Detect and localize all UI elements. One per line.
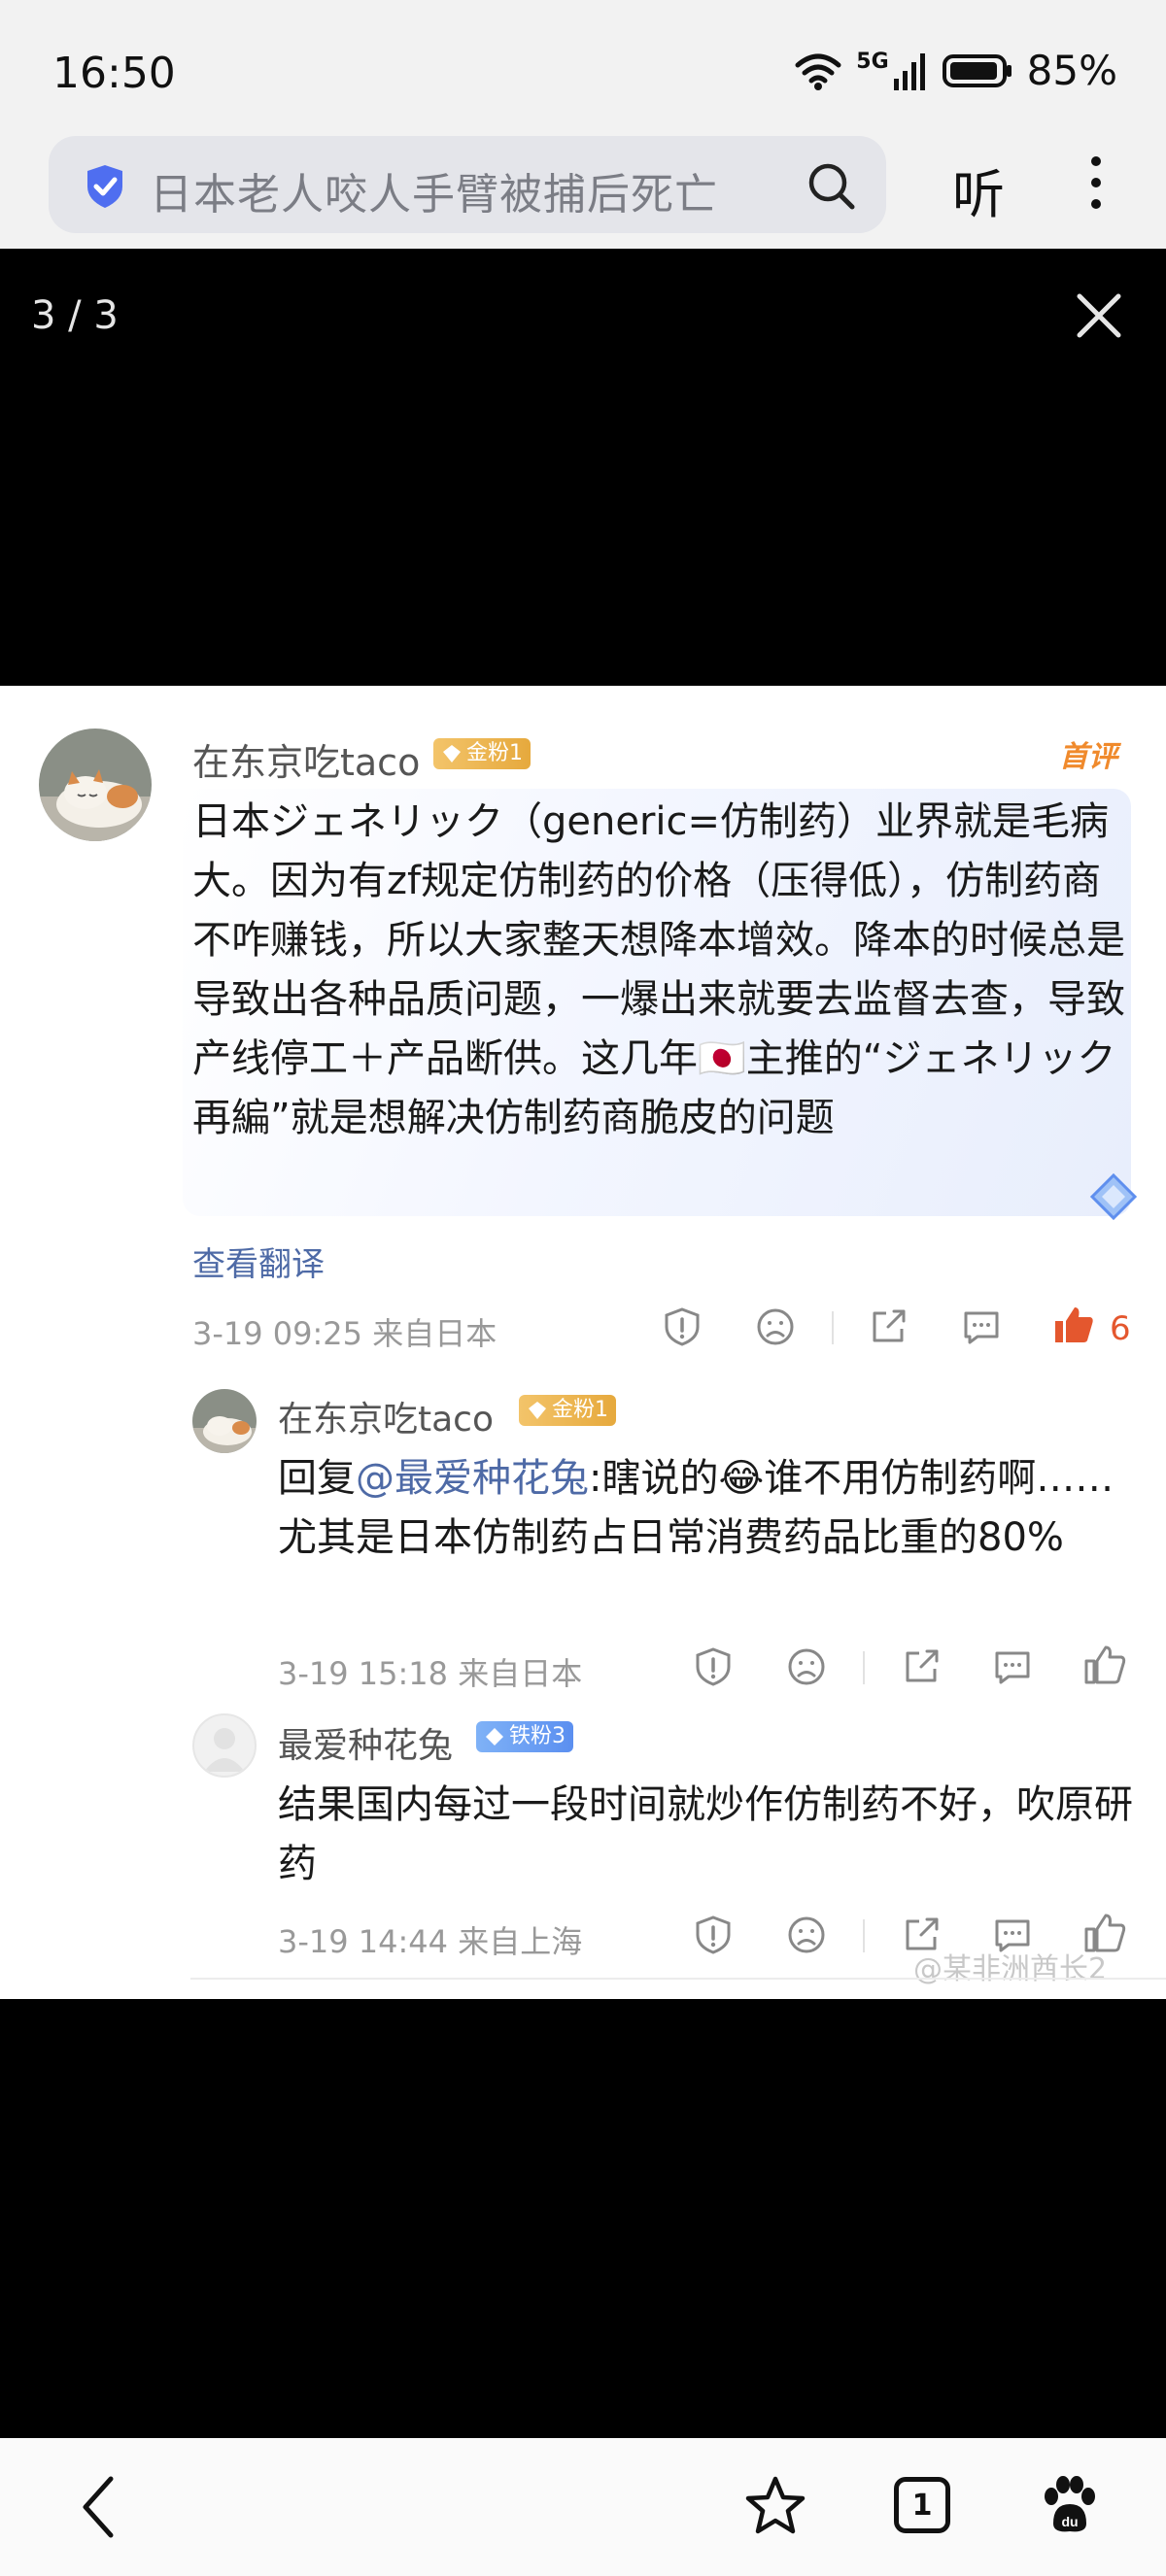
comment-card: 在东京吃taco 金粉1 首评 日本ジェネリック（generic=仿制药）业界就… [0,686,1166,1999]
reply-meta: 3-19 14:44 来自上海 [278,1923,583,1960]
divider [190,1978,1166,1980]
search-query[interactable]: 日本老人咬人手臂被捕后死亡 [150,159,718,221]
action-separator [863,1919,865,1952]
search-icon[interactable] [806,161,857,212]
dislike-face-icon[interactable] [785,1645,828,1688]
share-icon[interactable] [900,1645,943,1688]
status-bar: 16:50 5G 85% [0,0,1166,136]
iron-fan-icon [486,1728,503,1746]
like-count: 6 [1110,1309,1131,1348]
fan-badge: 铁粉3 [476,1721,573,1752]
reply-text: 回复@最爱种花兔:瞎说的😂谁不用仿制药啊……尤其是日本仿制药占日常消费药品比重的… [278,1449,1133,1568]
svg-text:du: du [1061,2514,1078,2529]
star-icon[interactable] [744,2475,806,2537]
reply-username[interactable]: 最爱种花兔 [278,1717,453,1768]
search-box[interactable]: 日本老人咬人手臂被捕后死亡 [49,136,886,233]
gold-fan-icon [529,1402,546,1419]
like-outline-icon[interactable] [1082,1644,1127,1686]
report-icon[interactable] [692,1914,735,1956]
reply-username[interactable]: 在东京吃taco [278,1391,494,1441]
fan-badge: 金粉1 [433,738,531,769]
reply-icon[interactable] [991,1645,1034,1688]
battery-percent: 85% [1026,47,1117,94]
dislike-face-icon[interactable] [754,1305,797,1348]
cat-avatar-image [39,729,152,841]
view-translation-link[interactable]: 查看翻译 [192,1237,325,1285]
comment-text: 日本ジェネリック（generic=仿制药）业界就是毛病大。因为有zf规定仿制药的… [192,799,1125,1140]
report-icon[interactable] [692,1645,735,1688]
cat-avatar-image [192,1389,257,1453]
image-viewer-bottom [0,1999,1166,2438]
page-counter: 3 / 3 [31,293,119,338]
battery-icon [942,53,1012,87]
reply-text: 结果国内每过一段时间就炒作仿制药不好，吹原研药 [278,1782,1133,1886]
report-icon[interactable] [661,1305,703,1348]
image-viewer-top: 3 / 3 [0,249,1166,686]
back-icon[interactable] [78,2473,117,2541]
default-avatar-image [204,1728,245,1772]
action-separator [863,1651,865,1684]
top-bar: 日本老人咬人手臂被捕后死亡 听 [0,126,1166,249]
avatar[interactable] [192,1389,257,1453]
status-time: 16:50 [52,49,176,98]
reply-prefix: 回复 [278,1456,356,1501]
watermark: @某非洲酋长2 [913,1952,1108,1986]
share-icon[interactable] [867,1305,909,1348]
avatar[interactable] [39,729,152,841]
gold-fan-icon [443,745,461,763]
comment-username[interactable]: 在东京吃taco [192,732,420,786]
tab-count: 1 [911,2488,933,2523]
tabs-button[interactable]: 1 [894,2477,950,2533]
listen-button[interactable]: 听 [952,152,1005,228]
reply-meta: 3-19 15:18 来自日本 [278,1655,583,1692]
dislike-face-icon[interactable] [785,1914,828,1956]
avatar[interactable] [192,1713,257,1778]
bottom-nav: 1 du [0,2438,1166,2576]
status-icons: 5G 85% [794,47,1117,94]
fan-badge: 金粉1 [519,1395,616,1426]
wifi-icon [795,53,841,90]
action-separator [832,1311,834,1344]
fan-badge-label: 金粉1 [466,741,523,765]
shield-check-icon [87,165,122,208]
signal-icon [893,52,925,90]
baidu-paw-icon[interactable]: du [1038,2473,1100,2535]
network-label: 5G [856,50,889,74]
close-icon[interactable] [1075,291,1123,340]
comment-meta: 3-19 09:25 来自日本 [192,1315,497,1352]
mention-link[interactable]: @最爱种花兔 [356,1456,589,1501]
more-options-icon[interactable] [1075,153,1117,212]
like-icon[interactable] [1051,1304,1096,1346]
reply-icon[interactable] [960,1305,1003,1348]
fan-badge-label: 铁粉3 [509,1724,566,1748]
diamond-icon [1089,1172,1138,1221]
fan-badge-label: 金粉1 [552,1398,608,1422]
first-comment-tag: 首评 [1059,740,1117,774]
